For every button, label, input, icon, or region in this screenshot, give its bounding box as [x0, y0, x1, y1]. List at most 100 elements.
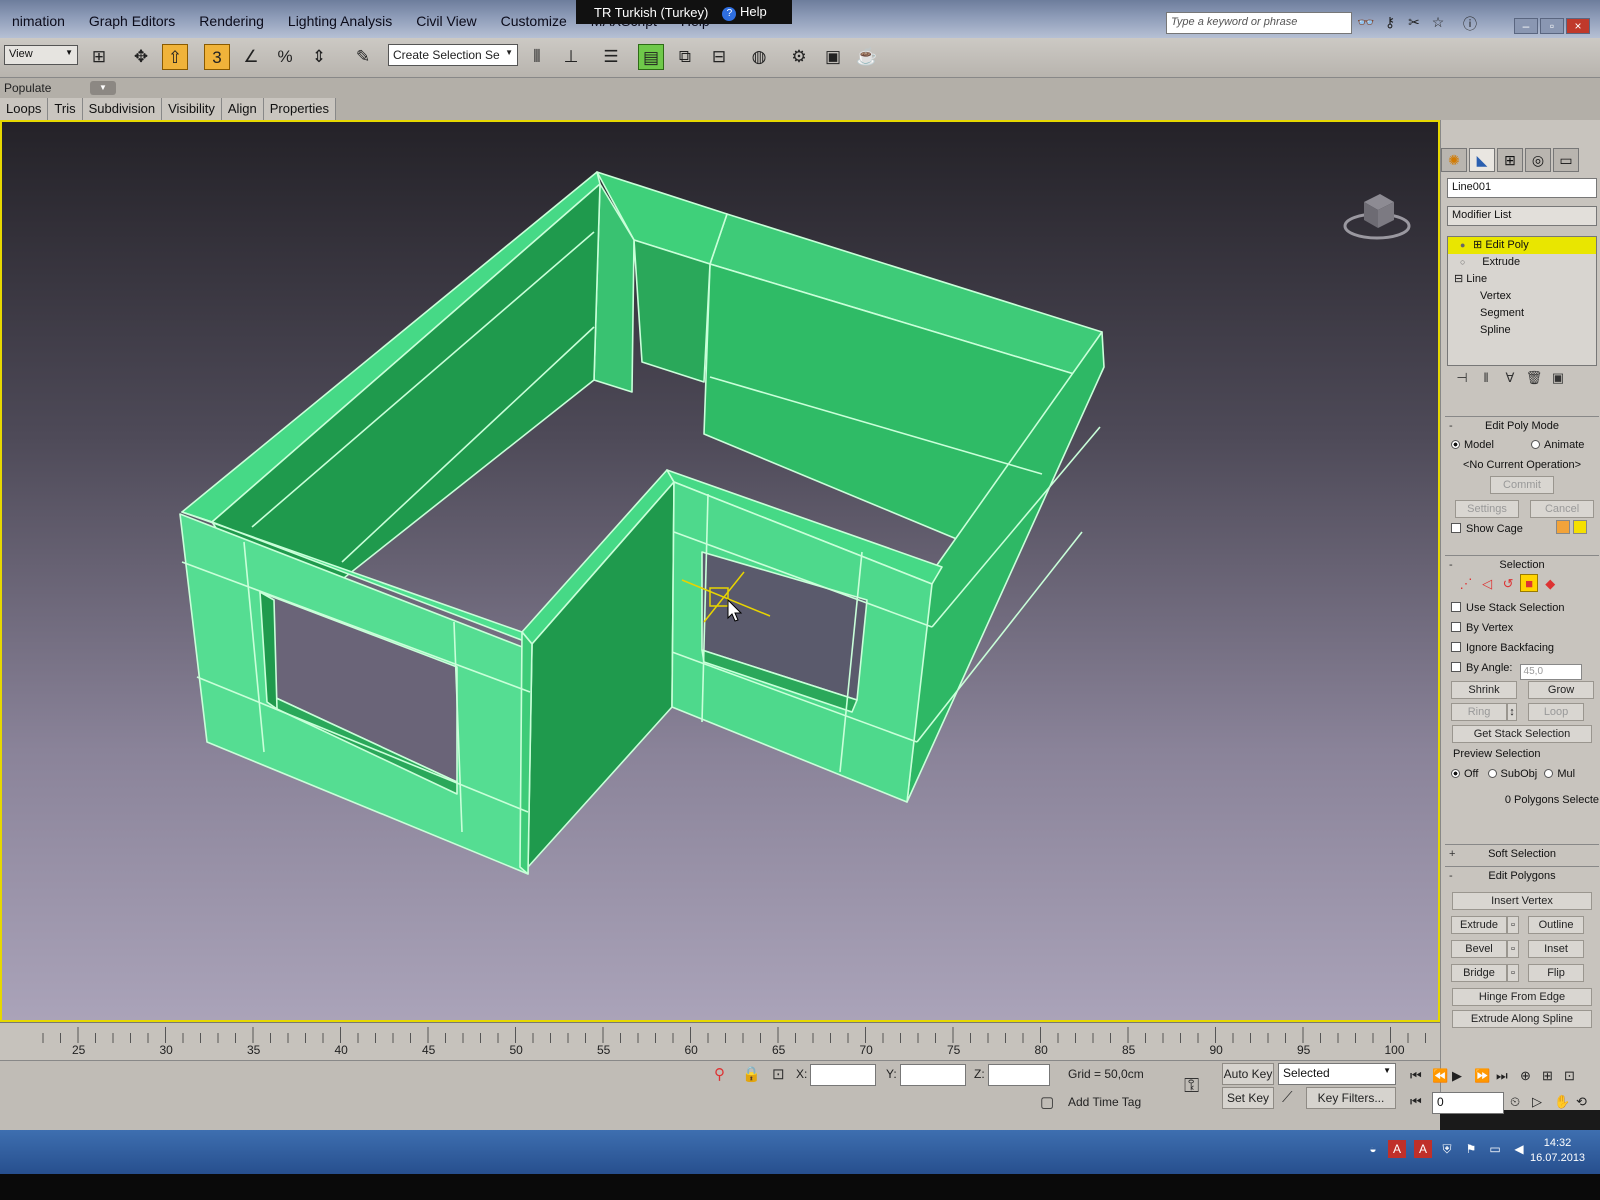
preview-subobj-radio[interactable] — [1487, 769, 1497, 778]
make-unique-icon[interactable]: ∀ — [1501, 370, 1519, 392]
time-tag-icon[interactable]: ▢ — [1040, 1093, 1054, 1111]
rollout-header[interactable]: - Edit Polygons — [1445, 867, 1599, 885]
bevel-button[interactable]: Bevel — [1451, 940, 1507, 958]
search-input[interactable]: Type a keyword or phrase — [1166, 12, 1352, 34]
by-vertex-checkbox[interactable] — [1451, 622, 1461, 632]
insert-vertex-button[interactable]: Insert Vertex — [1452, 892, 1592, 910]
stack-item-vertex[interactable]: Vertex — [1448, 288, 1596, 305]
shield-icon[interactable]: ⛨ — [1438, 1140, 1456, 1158]
motion-tab-icon[interactable]: ◎ — [1525, 148, 1551, 172]
key-mode-toggle-icon[interactable]: ⏮ — [1410, 1094, 1422, 1110]
stack-item-line[interactable]: ⊟ Line — [1448, 271, 1596, 288]
modifier-list-dropdown[interactable]: Modifier List — [1447, 206, 1597, 226]
set-key-icon[interactable]: ⚿ — [1184, 1075, 1199, 1098]
select-manipulate-icon[interactable]: ✥ — [128, 44, 154, 70]
model-radio[interactable] — [1451, 440, 1460, 449]
grow-button[interactable]: Grow — [1528, 681, 1595, 699]
menu-civil-view[interactable]: Civil View — [404, 13, 488, 29]
populate-tab[interactable]: Populate — [4, 81, 51, 95]
commit-button[interactable]: Commit — [1490, 476, 1554, 494]
menu-lighting-analysis[interactable]: Lighting Analysis — [276, 13, 404, 29]
rollout-header[interactable]: - Selection — [1445, 556, 1599, 574]
stack-item-segment[interactable]: Segment — [1448, 305, 1596, 322]
field-of-view-icon[interactable]: ▷ — [1532, 1094, 1542, 1110]
menu-graph-editors[interactable]: Graph Editors — [77, 13, 187, 29]
help-circle-icon[interactable]: ⓘ — [1460, 14, 1480, 32]
zoom-icon[interactable]: ⊕ — [1520, 1068, 1531, 1084]
edit-named-selection-icon[interactable]: ✎ — [350, 44, 376, 70]
object-name-field[interactable]: Line001 — [1447, 178, 1597, 198]
cage-selected-color-swatch[interactable] — [1573, 520, 1587, 534]
orbit-icon[interactable]: ⟲ — [1576, 1094, 1587, 1110]
snap-toggle-icon[interactable]: 3 — [204, 44, 230, 70]
stack-item-edit-poly[interactable]: ● ⊞ Edit Poly — [1448, 237, 1596, 254]
timeline[interactable]: 25 30 35 40 45 50 55 60 65 70 75 80 85 90 95 100 — [0, 1022, 1440, 1060]
extrude-button[interactable]: Extrude — [1451, 916, 1507, 934]
align-icon[interactable]: ⊥ — [558, 44, 584, 70]
show-end-result-icon[interactable]: ‖ — [1477, 370, 1495, 392]
pivot-icon[interactable]: ⊞ — [86, 44, 112, 70]
flag-icon[interactable]: ⚑ — [1462, 1140, 1480, 1158]
curve-editor-icon[interactable]: ⧉ — [672, 44, 698, 70]
percent-snap-icon[interactable]: % — [272, 44, 298, 70]
modify-tab-icon[interactable]: ◣ — [1469, 148, 1495, 172]
cancel-button[interactable]: Cancel — [1530, 500, 1595, 518]
shrink-button[interactable]: Shrink — [1451, 681, 1517, 699]
flip-button[interactable]: Flip — [1528, 964, 1585, 982]
stack-item-spline[interactable]: Spline — [1448, 322, 1596, 339]
minimize-icon[interactable]: – — [1514, 18, 1538, 34]
element-mode-icon[interactable]: ◆ — [1541, 575, 1559, 593]
rollout-header[interactable]: - Edit Poly Mode — [1445, 417, 1599, 435]
binoculars-icon[interactable]: 👓 — [1356, 14, 1376, 32]
add-time-tag[interactable]: Add Time Tag — [1068, 1095, 1141, 1109]
by-angle-checkbox[interactable] — [1451, 662, 1461, 672]
edge-mode-icon[interactable]: ◁ — [1478, 575, 1496, 593]
keyboard-shortcut-override-icon[interactable]: ⇧ — [162, 44, 188, 70]
angle-field[interactable]: 45,0 — [1519, 664, 1582, 680]
set-key-button[interactable]: Set Key — [1222, 1087, 1274, 1109]
zoom-extents-icon[interactable]: ⊡ — [1564, 1068, 1575, 1084]
z-coordinate-field[interactable] — [988, 1064, 1050, 1086]
isolate-selection-icon[interactable]: ⚲ — [714, 1065, 725, 1083]
tab-properties[interactable]: Properties — [263, 98, 336, 120]
extrude-settings-icon[interactable]: ▫ — [1507, 916, 1519, 934]
previous-frame-icon[interactable]: ⏪ — [1432, 1068, 1448, 1084]
tab-loops[interactable]: Loops — [0, 98, 49, 120]
tab-visibility[interactable]: Visibility — [162, 98, 222, 120]
zoom-all-icon[interactable]: ⊞ — [1542, 1068, 1553, 1084]
preview-off-radio[interactable] — [1451, 769, 1460, 778]
display-icon[interactable]: ▭ — [1486, 1140, 1504, 1158]
current-frame-field[interactable]: 0 — [1432, 1092, 1504, 1114]
bridge-settings-icon[interactable]: ▫ — [1507, 964, 1519, 982]
layer-manager-icon[interactable]: ☰ — [598, 44, 624, 70]
stack-item-extrude[interactable]: ○ Extrude — [1448, 254, 1596, 271]
next-frame-icon[interactable]: ⏩ — [1474, 1068, 1490, 1084]
border-mode-icon[interactable]: ↺ — [1499, 575, 1517, 593]
y-coordinate-field[interactable] — [900, 1064, 966, 1086]
close-icon[interactable]: × — [1566, 18, 1590, 34]
ribbon-options-button[interactable]: ▼ — [90, 81, 116, 95]
tab-tris[interactable]: Tris — [48, 98, 83, 120]
key-filters-button[interactable]: Key Filters... — [1306, 1087, 1396, 1109]
remove-modifier-icon[interactable]: 🗑 — [1525, 370, 1543, 392]
ignore-backfacing-checkbox[interactable] — [1451, 642, 1461, 652]
volume-icon[interactable]: ◀ — [1510, 1140, 1528, 1158]
use-stack-checkbox[interactable] — [1451, 602, 1461, 612]
system-clock[interactable]: 14:32 16.07.2013 — [1530, 1136, 1585, 1166]
tools-icon[interactable]: ✂ — [1404, 14, 1424, 32]
selection-lock-icon[interactable]: 🔒 — [742, 1065, 761, 1083]
go-to-end-icon[interactable]: ⏭ — [1496, 1068, 1508, 1084]
auto-key-button[interactable]: Auto Key — [1222, 1063, 1274, 1085]
animate-radio[interactable] — [1531, 440, 1541, 449]
preview-multi-radio[interactable] — [1544, 769, 1554, 778]
lightbulb-icon[interactable]: ○ — [1460, 254, 1470, 271]
tab-subdivision[interactable]: Subdivision — [82, 98, 163, 120]
hinge-from-edge-button[interactable]: Hinge From Edge — [1452, 988, 1592, 1006]
amd-icon[interactable]: A — [1414, 1140, 1432, 1158]
mirror-icon[interactable]: ⫴ — [524, 44, 550, 70]
pan-hand-icon[interactable]: ✋ — [1554, 1094, 1570, 1110]
inset-button[interactable]: Inset — [1528, 940, 1585, 958]
reference-coordinate-dropdown[interactable]: View ▼ — [4, 45, 78, 65]
lightbulb-icon[interactable]: ● — [1460, 237, 1470, 254]
extrude-along-spline-button[interactable]: Extrude Along Spline — [1452, 1010, 1592, 1028]
